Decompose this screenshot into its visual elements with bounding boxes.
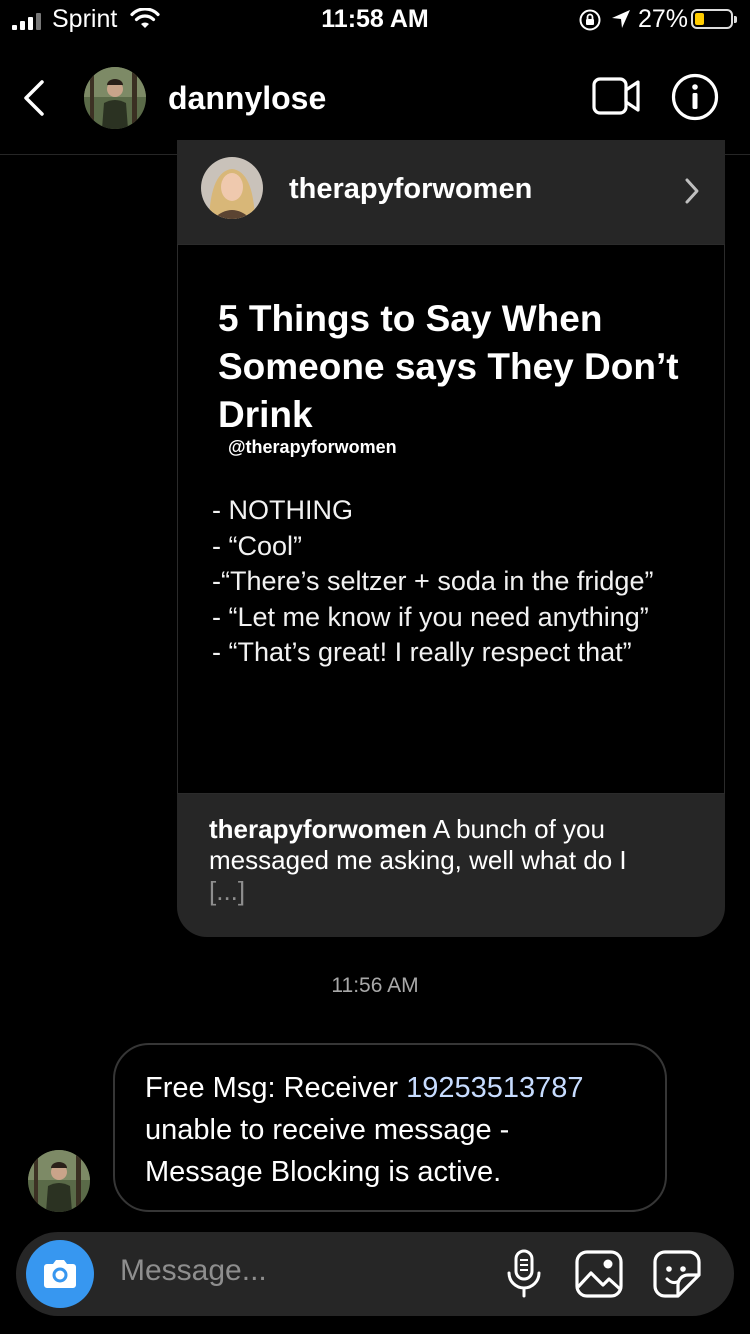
list-item: - NOTHING (212, 495, 353, 525)
back-chevron-icon[interactable] (18, 78, 48, 118)
status-bar: Sprint 11:58 AM 27% (0, 0, 750, 40)
list-item: - “Cool” (212, 530, 303, 561)
shared-post-header[interactable]: therapyforwomen (177, 140, 725, 244)
gallery-icon[interactable] (574, 1249, 624, 1299)
message-timestamp: 11:56 AM (331, 974, 419, 997)
info-icon[interactable] (670, 72, 720, 122)
message-input[interactable]: Message... (120, 1254, 267, 1288)
message-text-start: Free Msg: Receiver (145, 1072, 407, 1104)
post-image-list: - NOTHING - “Cool” -“There’s seltzer + s… (212, 493, 653, 671)
chevron-right-icon (685, 178, 699, 204)
phone-number-link[interactable]: 19253513787 (406, 1072, 583, 1104)
battery-icon (691, 9, 737, 29)
shared-post-card[interactable]: therapyforwomen 5 Things to Say When Som… (177, 140, 725, 937)
camera-icon (44, 1260, 76, 1288)
post-image-title: 5 Things to Say When Someone says They D… (218, 298, 679, 435)
caption-author: therapyforwomen (209, 814, 428, 844)
chat-header: dannylose (0, 40, 750, 155)
avatar[interactable] (84, 67, 146, 129)
chat-username[interactable]: dannylose (168, 80, 326, 117)
list-item: -“There’s seltzer + soda in the fridge” (212, 566, 654, 596)
message-bubble[interactable]: Free Msg: Receiver 19253513787 unable to… (113, 1043, 667, 1212)
message-text-end: unable to receive message - Message Bloc… (145, 1114, 510, 1188)
orientation-lock-icon (579, 9, 601, 31)
battery-percent: 27% (638, 5, 689, 33)
microphone-icon[interactable] (504, 1248, 544, 1300)
caption-more[interactable]: [...] (209, 876, 245, 906)
camera-button[interactable] (26, 1240, 94, 1308)
video-call-icon[interactable] (590, 74, 642, 118)
list-item: - “Let me know if you need anything” (212, 601, 649, 632)
post-author-name: therapyforwomen (289, 173, 533, 205)
list-item: - “That’s great! I really respect that” (212, 637, 632, 667)
post-image[interactable]: 5 Things to Say When Someone says They D… (177, 244, 725, 794)
sender-avatar[interactable] (28, 1150, 90, 1212)
sticker-icon[interactable] (652, 1249, 702, 1299)
post-author-avatar (201, 157, 263, 219)
post-image-handle: @therapyforwomen (228, 437, 397, 457)
post-caption: therapyforwomen A bunch of you messaged … (209, 814, 699, 907)
message-composer: Message... (16, 1232, 734, 1316)
location-arrow-icon (612, 10, 630, 28)
